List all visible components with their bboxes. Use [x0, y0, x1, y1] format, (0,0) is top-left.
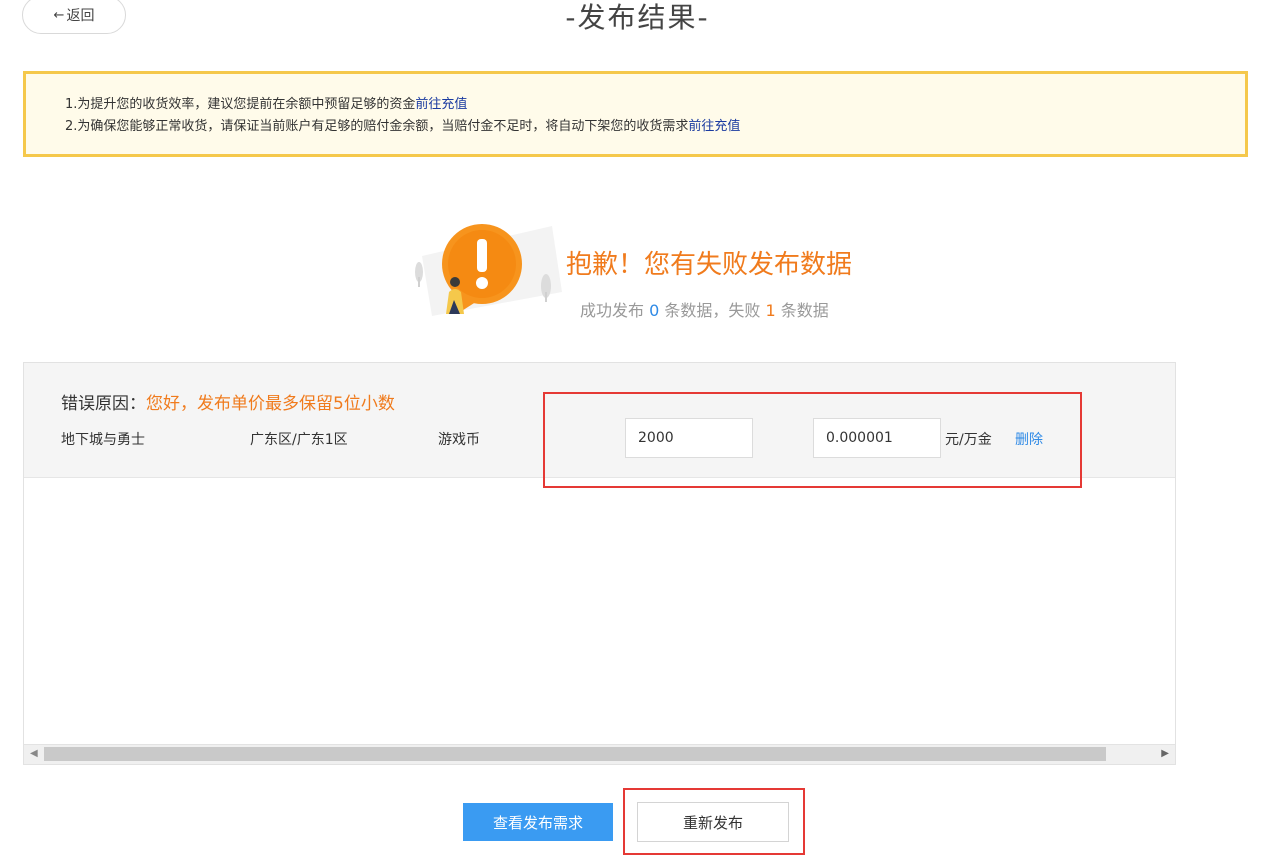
error-reason-text: 您好，发布单价最多保留5位小数 — [146, 394, 395, 414]
notice-line-2-text: 2.为确保您能够正常收货，请保证当前账户有足够的赔付金余额，当赔付金不足时，将自… — [65, 119, 689, 134]
recharge-link-2[interactable]: 前往充值 — [688, 119, 740, 134]
success-count: 0 — [649, 301, 660, 320]
warning-bubble-icon — [415, 224, 562, 316]
unit-price-input[interactable] — [813, 418, 941, 458]
error-reason: 错误原因：您好，发布单价最多保留5位小数 — [61, 389, 395, 414]
notice-line-2: 2.为确保您能够正常收货，请保证当前账户有足够的赔付金余额，当赔付金不足时，将自… — [65, 116, 1245, 138]
back-arrow-icon: ← — [53, 7, 65, 23]
result-title: 抱歉！您有失败发布数据 — [566, 250, 853, 280]
delete-link[interactable]: 删除 — [1015, 429, 1043, 449]
quantity-input[interactable] — [625, 418, 753, 458]
scroll-left-icon[interactable]: ◀ — [30, 748, 38, 759]
scrollbar-thumb[interactable] — [44, 747, 1106, 761]
back-button[interactable]: ← 返回 — [22, 0, 126, 34]
table-row: 错误原因：您好，发布单价最多保留5位小数 地下城与勇士 广东区/广东1区 游戏币… — [24, 363, 1175, 478]
horizontal-scrollbar[interactable]: ◀ ▶ — [24, 744, 1175, 764]
error-reason-label: 错误原因： — [61, 394, 146, 414]
fail-count: 1 — [765, 301, 776, 320]
repost-button[interactable]: 重新发布 — [637, 802, 789, 842]
summary-suffix: 条数据 — [775, 301, 829, 320]
result-summary: 成功发布 0 条数据，失败 1 条数据 — [580, 300, 829, 322]
scroll-right-icon[interactable]: ▶ — [1161, 748, 1169, 759]
recharge-link-1[interactable]: 前往充值 — [415, 97, 467, 112]
summary-mid: 条数据，失败 — [659, 301, 766, 320]
notice-line-1-text: 1.为提升您的收货效率，建议您提前在余额中预留足够的资金 — [65, 97, 416, 112]
server-cell: 广东区/广东1区 — [250, 432, 348, 448]
back-button-label: 返回 — [66, 8, 95, 24]
summary-prefix: 成功发布 — [580, 301, 650, 320]
price-unit-label: 元/万金 — [945, 432, 992, 448]
item-type-cell: 游戏币 — [438, 432, 480, 448]
view-requests-button[interactable]: 查看发布需求 — [463, 803, 613, 841]
game-cell: 地下城与勇士 — [61, 432, 145, 448]
failed-data-table: 错误原因：您好，发布单价最多保留5位小数 地下城与勇士 广东区/广东1区 游戏币… — [23, 362, 1176, 765]
page-title: -发布结果- — [565, 1, 710, 34]
notice-banner: 1.为提升您的收货效率，建议您提前在余额中预留足够的资金前往充值 2.为确保您能… — [23, 71, 1248, 157]
notice-line-1: 1.为提升您的收货效率，建议您提前在余额中预留足够的资金前往充值 — [65, 94, 1245, 116]
